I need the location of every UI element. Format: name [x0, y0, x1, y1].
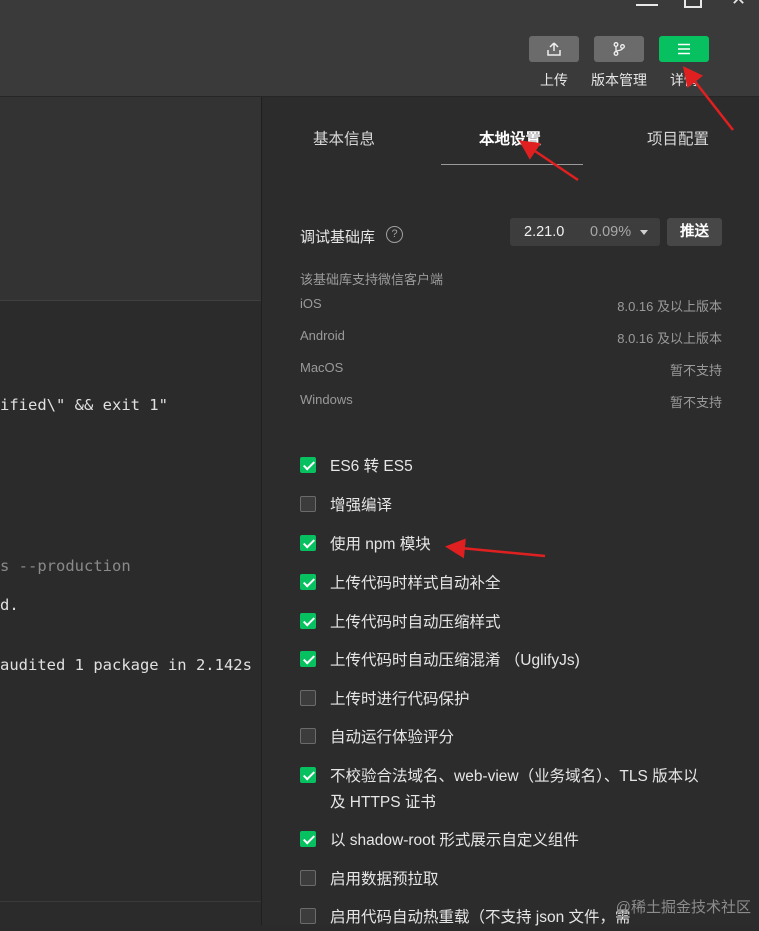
checkbox[interactable] — [300, 831, 316, 847]
upload-label: 上传 — [540, 72, 568, 88]
option-label: 上传代码时自动压缩混淆 （UglifyJs) — [330, 652, 580, 669]
debug-lib-label: 调试基础库 — [300, 229, 376, 246]
support-os: Android — [300, 328, 345, 343]
checkbox[interactable] — [300, 728, 316, 744]
checkbox[interactable] — [300, 574, 316, 590]
debug-lib-percent: 0.09% — [590, 224, 632, 240]
support-value: 暂不支持 — [669, 363, 722, 378]
tab-basic-info[interactable]: 基本信息 — [313, 127, 375, 149]
watermark: @稀土掘金技术社区 — [615, 899, 751, 916]
support-os: Windows — [300, 392, 353, 407]
terminal-line: d. — [0, 596, 19, 614]
support-value: 暂不支持 — [669, 395, 722, 410]
support-os: iOS — [300, 296, 322, 311]
option-label: 上传时进行代码保护 — [330, 691, 470, 708]
upload-icon — [529, 36, 579, 62]
version-management-button[interactable]: 版本管理 — [584, 36, 654, 90]
support-row-ios: iOS 8.0.16 及以上版本 — [300, 296, 722, 314]
support-row-macos: MacOS 暂不支持 — [300, 360, 722, 378]
push-button[interactable]: 推送 — [667, 218, 722, 246]
support-os: MacOS — [300, 360, 344, 375]
option-label: 自动运行体验评分 — [330, 729, 455, 746]
menu-icon — [659, 36, 709, 62]
support-value: 8.0.16 及以上版本 — [617, 299, 722, 314]
option-label: 启用代码自动热重载（不支持 json 文件，需 — [330, 909, 631, 926]
git-branch-icon — [594, 36, 644, 62]
details-panel: 基本信息 本地设置 项目配置 调试基础库 ? 2.21.0 0.09% 推送 该… — [262, 97, 759, 926]
option-label: 以 shadow-root 形式展示自定义组件 — [330, 832, 579, 849]
option-label: 上传代码时样式自动补全 — [330, 575, 501, 592]
option-label: 使用 npm 模块 — [330, 536, 431, 553]
version-management-label: 版本管理 — [591, 72, 647, 88]
option-label: 启用数据预拉取 — [330, 871, 439, 888]
chevron-down-icon — [640, 230, 648, 235]
terminal-line: ified\" && exit 1" — [0, 396, 168, 414]
close-icon[interactable]: ✕ — [731, 0, 751, 10]
support-value: 8.0.16 及以上版本 — [617, 331, 722, 346]
editor-top-area — [0, 97, 261, 301]
active-tab-indicator — [441, 164, 583, 165]
maximize-icon[interactable] — [684, 0, 702, 8]
details-tabs: 基本信息 本地设置 项目配置 — [262, 97, 759, 167]
terminal-line: s --production — [0, 557, 131, 575]
editor-panel: ified\" && exit 1" s --production d. aud… — [0, 97, 261, 925]
upload-button[interactable]: 上传 — [529, 36, 579, 90]
support-row-windows: Windows 暂不支持 — [300, 392, 722, 410]
option-label: 上传代码时自动压缩样式 — [330, 614, 501, 631]
minimize-icon[interactable] — [636, 4, 658, 6]
checkbox[interactable] — [300, 690, 316, 706]
checkbox[interactable] — [300, 496, 316, 512]
checkbox[interactable] — [300, 767, 316, 783]
option-label: 增强编译 — [330, 497, 393, 514]
debug-lib-row: 调试基础库 ? 2.21.0 0.09% 推送 — [300, 218, 724, 248]
support-title: 该基础库支持微信客户端 — [300, 272, 444, 287]
checkbox[interactable] — [300, 908, 316, 924]
option-label: ES6 转 ES5 — [330, 458, 413, 475]
tab-local-settings[interactable]: 本地设置 — [479, 127, 541, 149]
checkbox[interactable] — [300, 457, 316, 473]
detail-button[interactable]: 详情 — [659, 36, 709, 90]
checkbox[interactable] — [300, 613, 316, 629]
panel-divider — [0, 901, 261, 902]
checkbox[interactable] — [300, 535, 316, 551]
detail-label: 详情 — [670, 72, 698, 88]
checkbox[interactable] — [300, 651, 316, 667]
debug-lib-select[interactable]: 2.21.0 0.09% — [510, 218, 660, 246]
option-label: 不校验合法域名、web-view（业务域名）、TLS 版本以及 HTTPS 证书 — [330, 768, 699, 811]
top-toolbar: ✕ 上传 版本管理 详情 — [0, 0, 759, 97]
support-row-android: Android 8.0.16 及以上版本 — [300, 328, 722, 346]
terminal-line: audited 1 package in 2.142s — [0, 656, 252, 674]
checkbox[interactable] — [300, 870, 316, 886]
debug-lib-version: 2.21.0 — [524, 224, 565, 240]
tab-project-config[interactable]: 项目配置 — [647, 127, 709, 149]
help-icon[interactable]: ? — [386, 226, 403, 243]
